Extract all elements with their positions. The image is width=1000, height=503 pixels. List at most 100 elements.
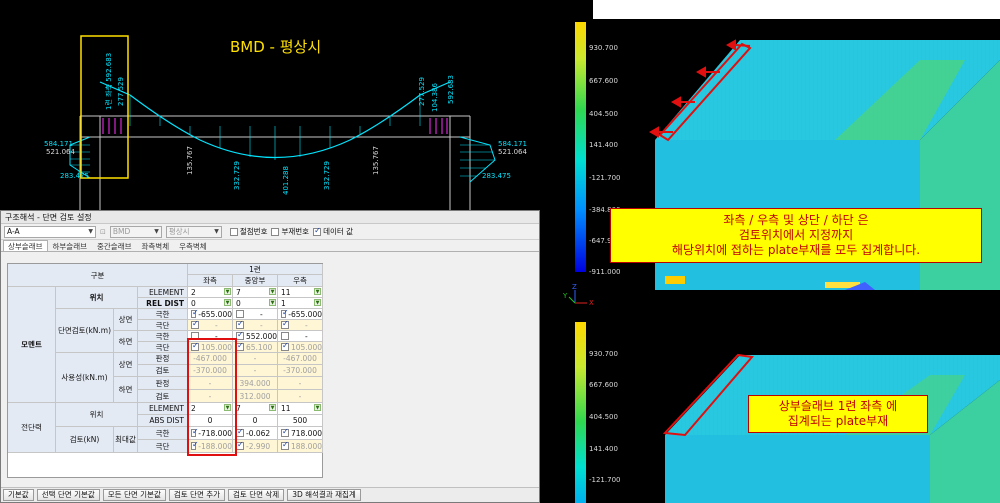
legend-label: 667.600: [589, 381, 618, 389]
checkbox[interactable]: [281, 342, 289, 351]
moment-bottom-ultimate-mid[interactable]: 552.000: [233, 331, 278, 342]
tab-lower-slab[interactable]: 하부슬래브: [48, 240, 93, 251]
moment-top-extreme-right-value: -: [305, 320, 308, 330]
shear-extreme-mid[interactable]: -2.990: [233, 440, 278, 453]
checkbox[interactable]: [281, 332, 289, 340]
shear-element-left[interactable]: 2 ▼: [188, 403, 233, 415]
service-top-judge-left: -467.000: [188, 353, 233, 365]
abs-dist-left[interactable]: 0: [188, 415, 233, 427]
bmd-label-left-low: 283.475: [60, 172, 89, 180]
shear-ultimate-left[interactable]: -718.000: [188, 427, 233, 440]
dialog-title: 구조해석 - 단면 검토 설정: [1, 211, 539, 224]
checkbox-member-number[interactable]: [271, 228, 280, 236]
toggle-member-number[interactable]: 부재번호: [271, 226, 309, 237]
checkbox[interactable]: [236, 310, 244, 318]
moment-top-ultimate-right[interactable]: -655.000: [278, 309, 323, 320]
checkbox[interactable]: [191, 309, 199, 318]
moment-top-ultimate-mid[interactable]: -: [233, 309, 278, 320]
shear-ultimate-right[interactable]: 718.000: [278, 427, 323, 440]
section-combo[interactable]: A-A ▼: [4, 225, 96, 238]
chevron-down-icon[interactable]: ▼: [314, 299, 321, 306]
callout-line: 좌측 / 우측 및 상단 / 하단 은: [723, 213, 869, 227]
element-mid[interactable]: 7 ▼: [233, 287, 278, 298]
chevron-down-icon[interactable]: ▼: [314, 288, 321, 295]
moment-bottom-extreme-right[interactable]: 105.000: [278, 342, 323, 353]
legend-label: 930.700: [589, 350, 618, 358]
default-button[interactable]: 기본값: [3, 489, 34, 501]
moment-bottom-extreme-mid[interactable]: 65.100: [233, 342, 278, 353]
chevron-down-icon[interactable]: ▼: [224, 404, 231, 411]
chevron-down-icon[interactable]: ▼: [269, 299, 276, 306]
shear-extreme-left[interactable]: -188.000: [188, 440, 233, 453]
shear-ultimate-right-value: 718.000: [290, 428, 322, 438]
selected-section-default-button[interactable]: 선택 단면 기본값: [36, 489, 100, 501]
checkbox[interactable]: [236, 427, 244, 437]
toggle-data-value[interactable]: 데이터 값: [313, 226, 353, 237]
chevron-down-icon[interactable]: ▼: [269, 404, 276, 411]
checkbox[interactable]: [191, 332, 199, 340]
axis-z-label: Z: [572, 283, 577, 291]
checkbox-node-number[interactable]: [229, 228, 238, 236]
chevron-down-icon[interactable]: ▼: [224, 288, 231, 295]
checkbox[interactable]: [236, 320, 244, 329]
shear-element-right[interactable]: 11 ▼: [278, 403, 323, 415]
row-position: 위치: [56, 287, 138, 309]
shear-extreme-right[interactable]: 188.000: [278, 440, 323, 453]
chevron-down-icon[interactable]: ▼: [314, 404, 321, 411]
dialog-toolbar: A-A ▼ ⊡ BMD ▼ 평상시 ▼ 절점번호 부재번호 데이터 값: [1, 224, 539, 240]
chevron-down-icon: ▼: [88, 228, 93, 235]
checkbox[interactable]: [236, 342, 244, 351]
moment-bottom-extreme-left[interactable]: 105.000: [188, 342, 233, 353]
checkbox[interactable]: [281, 320, 289, 329]
tab-middle-slab[interactable]: 중간슬래브: [92, 240, 137, 251]
checkbox[interactable]: [191, 427, 199, 437]
rel-dist-mid[interactable]: 0 ▼: [233, 298, 278, 309]
element-right[interactable]: 11 ▼: [278, 287, 323, 298]
label-extreme: 극단: [138, 440, 188, 453]
toggle-node-number[interactable]: 절점번호: [229, 226, 267, 237]
bmd-viewport[interactable]: BMD - 평상시 1련 좌측 592.683 277.529 584.171 …: [0, 0, 540, 210]
checkbox[interactable]: [281, 427, 289, 437]
dialog-button-bar: 기본값 선택 단면 기본값 모든 단면 기본값 검토 단면 추가 검토 단면 삭…: [1, 487, 539, 502]
tab-upper-slab[interactable]: 상부슬래브: [3, 240, 48, 251]
checkbox[interactable]: [191, 320, 199, 329]
service-bottom-check-mid: 312.000: [233, 390, 278, 403]
checkbox[interactable]: [191, 440, 199, 450]
element-left-value: 2: [191, 287, 196, 297]
checkbox-data-value[interactable]: [313, 226, 322, 236]
moment-top-extreme-mid[interactable]: -: [233, 320, 278, 331]
bmd-combo[interactable]: BMD ▼: [109, 225, 162, 238]
checkbox[interactable]: [236, 440, 244, 450]
reaggregate-3d-results-button[interactable]: 3D 해석결과 재집계: [287, 489, 361, 501]
3d-result-views: 930.700 667.600 404.500 141.400 -121.700…: [545, 0, 1000, 503]
abs-dist-right[interactable]: 500: [278, 415, 323, 427]
delete-check-section-button[interactable]: 검토 단면 삭제: [228, 489, 285, 501]
shear-ultimate-mid[interactable]: -0.062: [233, 427, 278, 440]
case-combo-value: 평상시: [168, 227, 190, 236]
moment-bottom-ultimate-right[interactable]: -: [278, 331, 323, 342]
checkbox[interactable]: [236, 331, 244, 340]
case-combo[interactable]: 평상시 ▼: [165, 225, 222, 238]
rel-dist-right[interactable]: 1 ▼: [278, 298, 323, 309]
moment-top-extreme-left[interactable]: -: [188, 320, 233, 331]
bmd-label-right-top3: 592.683: [447, 75, 455, 104]
shear-ultimate-left-value: -718.000: [198, 428, 232, 438]
all-sections-default-button[interactable]: 모든 단면 기본값: [102, 489, 166, 501]
bmd-label-mid1: 135.767: [186, 146, 194, 175]
add-check-section-button[interactable]: 검토 단면 추가: [168, 489, 226, 501]
checkbox[interactable]: [281, 440, 289, 450]
chevron-down-icon[interactable]: ▼: [269, 288, 276, 295]
moment-bottom-ultimate-left[interactable]: -: [188, 331, 233, 342]
tab-right-wall[interactable]: 우측벽체: [174, 240, 212, 251]
moment-top-ultimate-left[interactable]: -655.000: [188, 309, 233, 320]
shear-element-mid[interactable]: 7 ▼: [233, 403, 278, 415]
rel-dist-left[interactable]: 0 ▼: [188, 298, 233, 309]
checkbox[interactable]: [191, 342, 199, 351]
moment-top-extreme-right[interactable]: -: [278, 320, 323, 331]
checkbox[interactable]: [281, 309, 289, 318]
chevron-down-icon[interactable]: ▼: [224, 299, 231, 306]
element-left[interactable]: 2 ▼: [188, 287, 233, 298]
tab-left-wall[interactable]: 좌측벽체: [137, 240, 175, 251]
callout-line: 집계되는 plate부재: [787, 414, 889, 428]
abs-dist-mid[interactable]: 0: [233, 415, 278, 427]
